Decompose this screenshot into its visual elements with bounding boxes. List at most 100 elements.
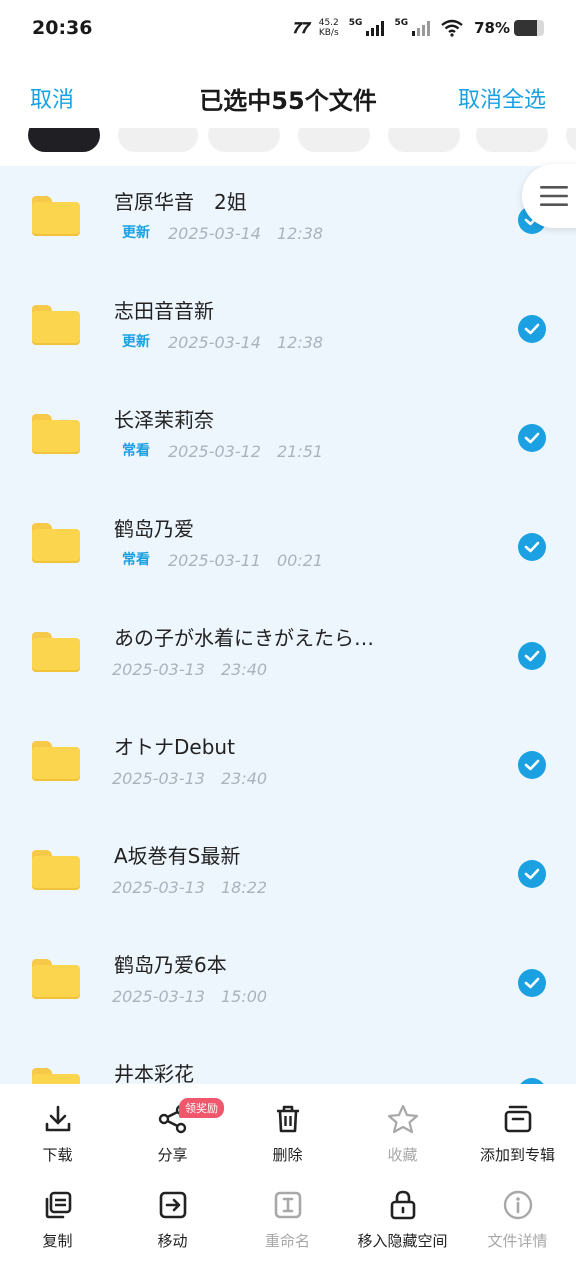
toolbar-label: 下载 xyxy=(42,1146,73,1164)
toolbar-label: 移动 xyxy=(157,1232,188,1250)
reward-badge: 领奖励 xyxy=(179,1098,224,1118)
delete-button[interactable]: 删除 xyxy=(230,1102,345,1165)
file-date: 2025-03-13 23:40 xyxy=(112,769,268,788)
file-name: オトナDebut xyxy=(114,735,235,759)
file-meta: 2025-03-13 23:40 xyxy=(112,765,267,789)
add-to-album-button[interactable]: 添加到专辑 xyxy=(460,1102,575,1165)
folder-icon xyxy=(32,959,80,999)
checked-icon[interactable] xyxy=(518,424,546,452)
toolbar-label: 收藏 xyxy=(387,1146,418,1164)
filter-chip[interactable] xyxy=(208,128,280,152)
album-icon xyxy=(501,1102,535,1136)
selection-header: 取消 已选中55个文件 取消全选 xyxy=(0,66,576,130)
file-date: 2025-03-13 18:22 xyxy=(112,878,268,897)
folder-icon xyxy=(32,414,80,454)
checked-icon[interactable] xyxy=(518,969,546,997)
filter-chip[interactable] xyxy=(118,128,198,152)
folder-icon xyxy=(32,1068,80,1084)
toolbar-label: 复制 xyxy=(42,1232,73,1250)
trash-icon xyxy=(271,1102,305,1136)
file-date: 2025-03-14 12:38 xyxy=(168,333,324,352)
move-icon xyxy=(156,1188,190,1222)
share-button[interactable]: 分享 领奖励 xyxy=(115,1098,230,1165)
file-name: あの子が水着にきがえたら… xyxy=(114,626,374,650)
status-bar: 20:36 𝟕𝟕 45.2 KB/s 5G 5G 78% xyxy=(0,0,576,56)
rename-button[interactable]: 重命名 xyxy=(230,1188,345,1251)
file-row[interactable]: 鹤岛乃爱6本 2025-03-13 15:00 xyxy=(0,929,576,1038)
file-name: 鹤岛乃爱6本 xyxy=(114,953,227,977)
status-badge: 常看 xyxy=(122,552,150,568)
checked-icon[interactable] xyxy=(518,315,546,343)
filter-chip[interactable] xyxy=(388,128,460,152)
folder-icon xyxy=(32,632,80,672)
battery-percent: 78% xyxy=(474,19,510,37)
star-icon xyxy=(386,1102,420,1136)
network-type-1: 5G xyxy=(348,18,363,28)
file-meta: 2025-03-13 18:22 xyxy=(112,874,267,898)
action-toolbar: 下载 分享 领奖励删除 收藏 添加到专辑复制 移动 重命名 移入隐藏空间 文件详情 xyxy=(0,1084,576,1280)
battery-icon xyxy=(514,20,544,36)
file-date: 2025-03-11 00:21 xyxy=(168,551,324,570)
filter-chip[interactable] xyxy=(28,128,100,152)
file-date: 2025-03-13 15:00 xyxy=(112,987,268,1006)
status-badge: 更新 xyxy=(122,334,150,350)
filter-chip[interactable] xyxy=(476,128,548,152)
file-meta: 常看 2025-03-12 21:51 xyxy=(112,438,323,462)
toolbar-label: 添加到专辑 xyxy=(479,1146,555,1164)
file-name: 井本彩花 xyxy=(114,1062,194,1084)
file-row[interactable]: A坂巻有S最新 2025-03-13 18:22 xyxy=(0,820,576,929)
file-meta: 2025-03-13 23:40 xyxy=(112,656,267,680)
file-row[interactable]: 宫原华音 2姐更新 2025-03-14 12:38 xyxy=(0,166,576,275)
rename-icon xyxy=(271,1188,305,1222)
file-name: 宫原华音 2姐 xyxy=(114,190,247,214)
filter-chips xyxy=(0,128,576,156)
checked-icon[interactable] xyxy=(518,642,546,670)
file-row[interactable]: あの子が水着にきがえたら… 2025-03-13 23:40 xyxy=(0,602,576,711)
checked-icon[interactable] xyxy=(518,751,546,779)
file-meta: 更新 2025-03-14 12:38 xyxy=(112,329,323,353)
file-name: 鹤岛乃爱 xyxy=(114,517,194,541)
signal-icon xyxy=(366,20,385,36)
file-row[interactable]: オトナDebut 2025-03-13 23:40 xyxy=(0,711,576,820)
favorite-button[interactable]: 收藏 xyxy=(345,1102,460,1165)
file-row[interactable]: 长泽茉莉奈常看 2025-03-12 21:51 xyxy=(0,384,576,493)
copy-icon xyxy=(41,1188,75,1222)
file-row[interactable]: 志田音音新更新 2025-03-14 12:38 xyxy=(0,275,576,384)
file-name: 志田音音新 xyxy=(114,299,214,323)
download-icon xyxy=(41,1102,75,1136)
checked-icon[interactable] xyxy=(518,533,546,561)
toolbar-label: 文件详情 xyxy=(487,1232,548,1250)
folder-icon xyxy=(32,196,80,236)
wifi-icon xyxy=(441,19,463,37)
file-details-button[interactable]: 文件详情 xyxy=(460,1188,575,1251)
status-time: 20:36 xyxy=(32,17,93,39)
toolbar-label: 删除 xyxy=(272,1146,303,1164)
hide-to-private-space-button[interactable]: 移入隐藏空间 xyxy=(345,1188,460,1251)
download-button[interactable]: 下载 xyxy=(0,1102,115,1165)
file-date: 2025-03-13 23:40 xyxy=(112,660,268,679)
filter-chip[interactable] xyxy=(566,128,576,152)
toolbar-label: 重命名 xyxy=(264,1232,310,1250)
checked-icon[interactable] xyxy=(518,860,546,888)
filter-chip[interactable] xyxy=(298,128,370,152)
file-name: A坂巻有S最新 xyxy=(114,844,241,868)
deselect-all-button[interactable]: 取消全选 xyxy=(458,82,546,114)
cancel-button[interactable]: 取消 xyxy=(30,82,74,114)
network-type-2: 5G xyxy=(394,18,409,28)
lock-icon xyxy=(386,1188,420,1222)
file-name: 长泽茉莉奈 xyxy=(114,408,214,432)
move-button[interactable]: 移动 xyxy=(115,1188,230,1251)
toolbar-label: 分享 xyxy=(157,1146,188,1164)
file-row[interactable]: 鹤岛乃爱常看 2025-03-11 00:21 xyxy=(0,493,576,602)
info-icon xyxy=(501,1188,535,1222)
status-badge: 更新 xyxy=(122,225,150,241)
battery: 78% xyxy=(474,19,544,37)
network-speed: 45.2 KB/s xyxy=(318,18,339,38)
file-meta: 更新 2025-03-14 12:38 xyxy=(112,220,323,244)
file-list: 宫原华音 2姐 更新 2025-03-14 12:38 志田音音新 更新 2025-03-… xyxy=(0,166,576,1084)
menu-icon xyxy=(540,186,568,206)
file-date: 2025-03-12 21:51 xyxy=(168,442,324,461)
file-row[interactable]: 井本彩花 xyxy=(0,1038,576,1084)
folder-icon xyxy=(32,850,80,890)
copy-button[interactable]: 复制 xyxy=(0,1188,115,1251)
